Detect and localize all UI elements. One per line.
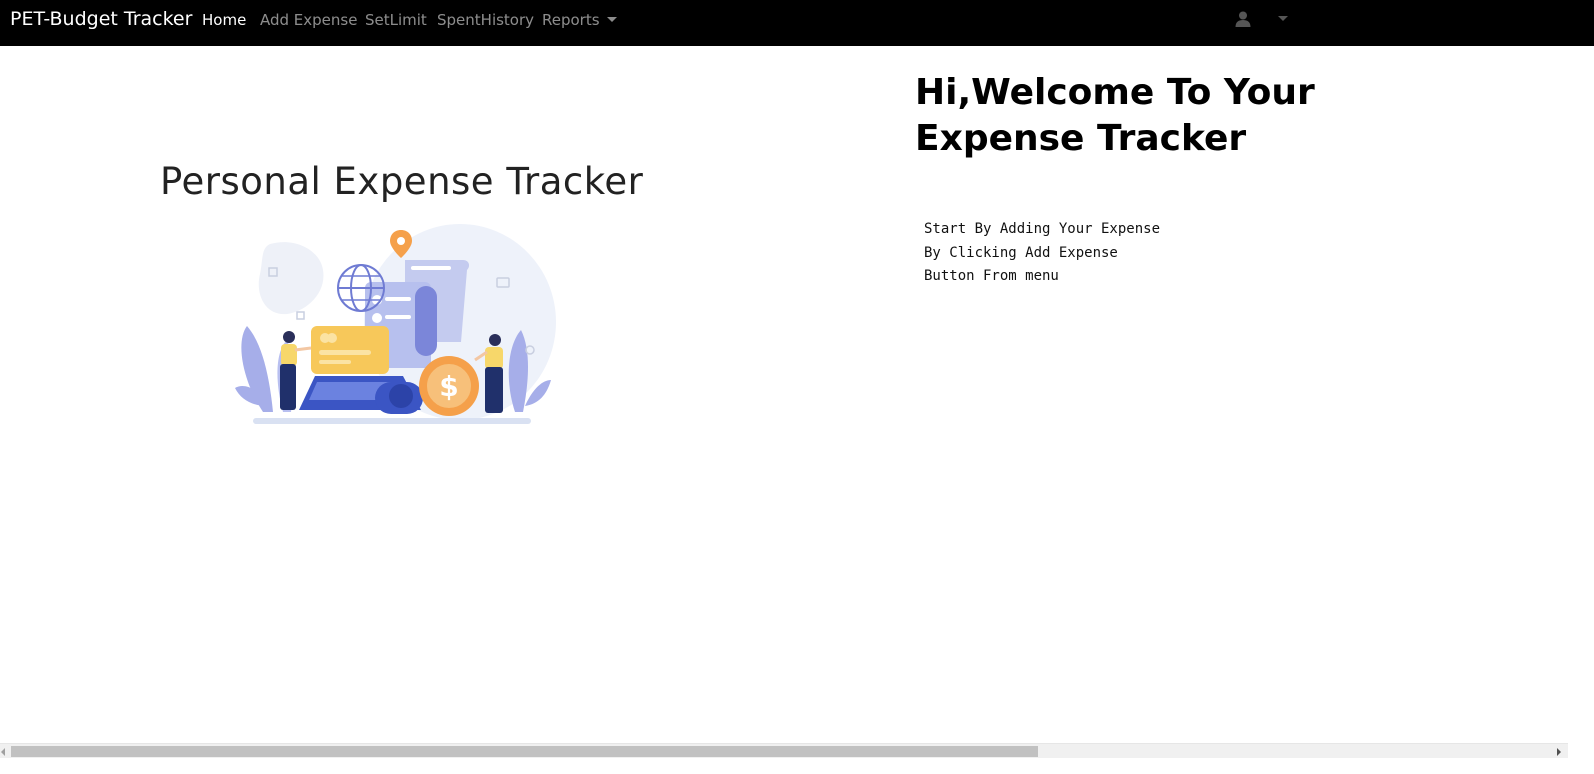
user-menu-caret-icon[interactable]	[1278, 16, 1288, 21]
instructions-text: Start By Adding Your Expense By Clicking…	[924, 221, 1161, 284]
top-navbar: PET-Budget Tracker Home Add Expense SetL…	[0, 0, 1594, 46]
brand-link[interactable]: PET-Budget Tracker	[10, 8, 192, 30]
nav-add-expense[interactable]: Add Expense	[260, 11, 357, 29]
nav-home[interactable]: Home	[202, 11, 246, 29]
scroll-left-arrow-icon[interactable]	[1, 748, 5, 756]
chevron-down-icon	[606, 17, 617, 22]
finance-payment-illustration: $	[235, 224, 556, 424]
scrollbar-thumb[interactable]	[11, 746, 1038, 757]
user-icon[interactable]	[1234, 10, 1252, 28]
horizontal-scrollbar[interactable]	[0, 743, 1568, 759]
svg-text:$: $	[439, 370, 458, 403]
nav-set-limit[interactable]: SetLimit	[365, 11, 427, 29]
personal-expense-tracker-title: Personal Expense Tracker	[160, 160, 644, 203]
nav-spent-history[interactable]: SpentHistory	[437, 11, 534, 29]
scroll-right-arrow-icon[interactable]	[1557, 748, 1561, 756]
nav-reports-dropdown[interactable]: Reports	[542, 11, 617, 29]
welcome-heading: Hi,Welcome To Your Expense Tracker	[915, 72, 1315, 159]
bottom-edge	[0, 758, 1594, 774]
right-gutter	[1568, 46, 1594, 758]
nav-reports-label: Reports	[542, 11, 600, 29]
